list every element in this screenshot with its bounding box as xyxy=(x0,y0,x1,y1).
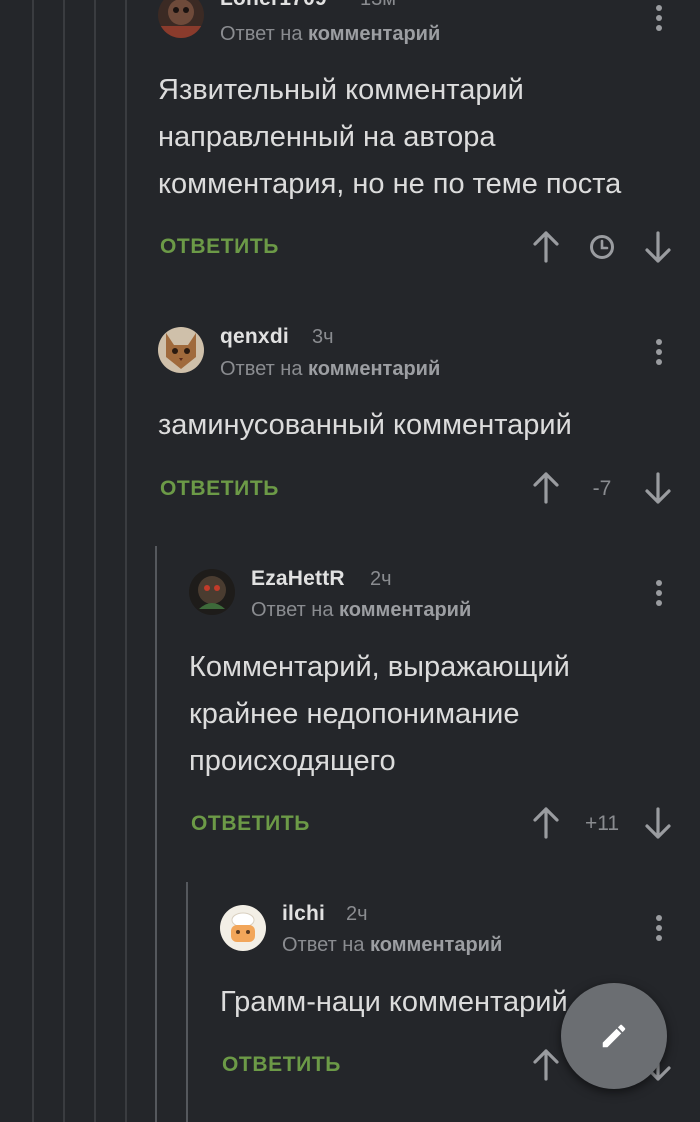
comment-body: Грамм-наци комментарий xyxy=(220,986,568,1018)
reply-to-prefix: Ответ на xyxy=(251,599,334,621)
reply-to-link[interactable]: комментарий xyxy=(308,358,440,380)
clock-icon xyxy=(590,235,614,259)
thread-line xyxy=(155,546,157,1122)
comment-score: -7 xyxy=(592,477,612,500)
arrow-down-icon[interactable] xyxy=(641,468,675,508)
comment-time: 3ч xyxy=(312,326,334,348)
comment-body: заминусованный комментарий xyxy=(158,409,572,441)
comment-author[interactable]: qenxdi xyxy=(220,325,289,349)
reply-to-link[interactable]: комментарий xyxy=(339,599,471,621)
comment-score: +11 xyxy=(584,812,620,835)
reply-to-prefix: Ответ на xyxy=(282,934,365,956)
avatar[interactable] xyxy=(189,569,235,615)
pencil-icon xyxy=(602,1024,626,1048)
arrow-down-icon[interactable] xyxy=(641,227,675,267)
arrow-up-icon[interactable] xyxy=(529,227,563,267)
thread-line xyxy=(63,0,65,1122)
thread-line xyxy=(32,0,34,1122)
more-options-icon[interactable] xyxy=(647,332,671,372)
more-options-icon[interactable] xyxy=(647,908,671,948)
arrow-up-icon[interactable] xyxy=(529,803,563,843)
arrow-up-icon[interactable] xyxy=(529,1045,563,1085)
reply-to-link[interactable]: комментарий xyxy=(308,23,440,45)
reply-button[interactable]: ОТВЕТИТЬ xyxy=(222,1053,341,1077)
reply-button[interactable]: ОТВЕТИТЬ xyxy=(191,812,310,836)
avatar[interactable] xyxy=(158,327,204,373)
reply-button[interactable]: ОТВЕТИТЬ xyxy=(160,477,279,501)
comment-time: 2ч xyxy=(370,568,392,590)
comment-author[interactable]: ilchi xyxy=(282,902,325,926)
comment-author[interactable]: EzaHettR xyxy=(251,567,345,591)
write-comment-button[interactable] xyxy=(561,983,667,1089)
reply-button[interactable]: ОТВЕТИТЬ xyxy=(160,235,279,259)
reply-to-prefix: Ответ на xyxy=(220,23,303,45)
more-options-icon[interactable] xyxy=(647,573,671,613)
comment-body: Язвительный комментарий направленный на … xyxy=(158,74,622,200)
reply-to-line: Ответ на комментарий xyxy=(282,934,502,957)
reply-to-link[interactable]: комментарий xyxy=(370,934,502,956)
thread-line xyxy=(94,0,96,1122)
reply-to-line: Ответ на комментарий xyxy=(251,599,471,622)
more-options-icon[interactable] xyxy=(647,0,671,38)
comment-author[interactable]: Loner1709 xyxy=(220,0,327,11)
arrow-down-icon[interactable] xyxy=(641,803,675,843)
comment-body: Комментарий, выражающий крайнее недопони… xyxy=(189,651,570,777)
thread-line xyxy=(186,882,188,1122)
thread-line xyxy=(125,0,127,1122)
comment-time: 13м xyxy=(360,0,396,11)
reply-to-line: Ответ на комментарий xyxy=(220,23,440,46)
reply-to-prefix: Ответ на xyxy=(220,358,303,380)
comment-time: 2ч xyxy=(346,903,368,925)
avatar[interactable] xyxy=(158,0,204,38)
arrow-up-icon[interactable] xyxy=(529,468,563,508)
avatar[interactable] xyxy=(220,905,266,951)
reply-to-line: Ответ на комментарий xyxy=(220,358,440,381)
